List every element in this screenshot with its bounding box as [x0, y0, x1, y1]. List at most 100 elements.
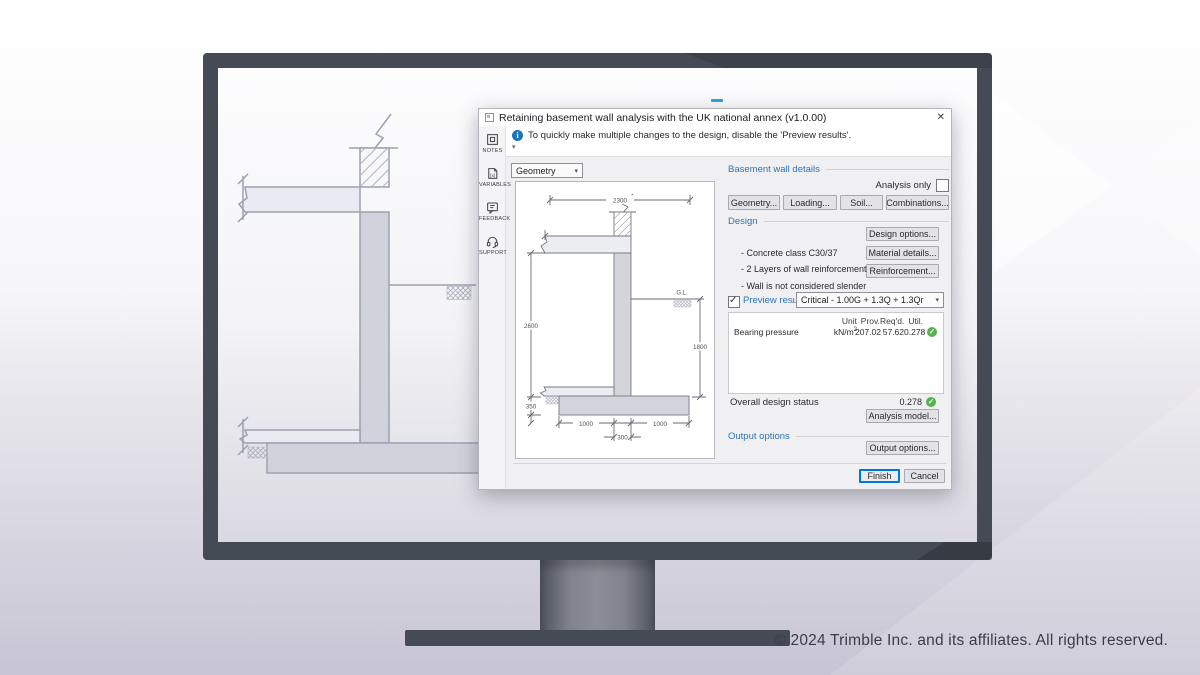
dialog-titlebar[interactable]: Retaining basement wall analysis with th…	[479, 109, 951, 126]
dim-label-wall-thickness: 300	[617, 435, 628, 442]
dialog-icon	[485, 113, 494, 122]
toolbar-item-label: NOTES	[479, 148, 506, 154]
chevron-down-icon: ▾	[574, 167, 578, 175]
basement-wall	[614, 253, 631, 397]
side-toolbar: NOTES [x] VARIABLES FEEDBAC	[479, 126, 506, 489]
monitor-stand-neck	[540, 560, 655, 630]
section-header-design: Design	[728, 216, 949, 227]
info-banner: i To quickly make multiple changes to th…	[506, 126, 951, 157]
dim-label-right: 1800	[693, 344, 708, 351]
svg-text:[x]: [x]	[490, 173, 495, 179]
result-utilization: 0.278	[904, 327, 923, 337]
cancel-button[interactable]: Cancel	[904, 469, 945, 483]
section-rule	[796, 436, 949, 437]
toolbar-item-variables[interactable]: [x] VARIABLES	[479, 166, 506, 200]
basement-slab	[541, 387, 615, 396]
analysis-only-label: Analysis only	[806, 180, 931, 191]
result-provided: 207.02	[855, 327, 880, 337]
ground-level-label: G.L.	[676, 291, 688, 297]
soil-hatch	[546, 396, 558, 404]
floor-slab	[541, 236, 631, 253]
section-rule	[826, 169, 949, 170]
pass-status-icon: ✓	[927, 327, 937, 337]
dim-label-toe: 1000	[653, 421, 668, 428]
connector-line	[788, 302, 796, 303]
footing	[267, 443, 482, 473]
design-options-button[interactable]: Design options...	[866, 227, 939, 241]
info-icon: i	[512, 130, 523, 141]
geometry-canvas: 2300 2600 1800 350 1000 1000 300 G.L.	[515, 181, 715, 459]
section-header-text: Design	[728, 216, 758, 227]
toolbar-item-notes[interactable]: NOTES	[479, 132, 506, 166]
view-selector-value: Geometry	[516, 166, 556, 176]
column-header-prov: Prov.	[855, 316, 880, 326]
geometry-diagram: 2300 2600 1800 350 1000 1000 300 G.L.	[516, 182, 714, 458]
section-rule	[764, 221, 949, 222]
results-table-header: Unit Prov. Req'd. Util.	[729, 316, 943, 327]
column-header-reqd: Req'd.	[880, 316, 904, 326]
design-note: - Wall is not considered slender	[741, 281, 866, 291]
toolbar-item-feedback[interactable]: FEEDBACK	[479, 200, 506, 234]
toolbar-item-label: VARIABLES	[479, 182, 506, 188]
combinations-button[interactable]: Combinations...	[886, 195, 949, 210]
chevron-down-icon: ▾	[935, 296, 939, 304]
result-required: 57.62	[880, 327, 904, 337]
pass-status-icon: ✓	[926, 397, 936, 407]
material-details-button[interactable]: Material details...	[866, 246, 939, 260]
results-table: Unit Prov. Req'd. Util. Bearing pressure…	[728, 312, 944, 394]
checkmark-icon: ✓	[729, 295, 737, 306]
soil-button[interactable]: Soil...	[840, 195, 883, 210]
loading-button[interactable]: Loading...	[783, 195, 837, 210]
toolbar-item-label: SUPPORT	[479, 250, 506, 256]
collapse-chevron-icon[interactable]: ▾	[512, 143, 516, 151]
column-header-unit: Unit	[819, 316, 857, 326]
retaining-wall-dialog: Retaining basement wall analysis with th…	[478, 108, 952, 490]
soil-hatch	[248, 447, 267, 458]
dim-label-footing-depth: 350	[526, 403, 537, 410]
view-selector-dropdown[interactable]: Geometry ▾	[511, 163, 583, 178]
combination-dropdown[interactable]: Critical - 1.00G + 1.3Q + 1.3Qr ▾	[796, 292, 944, 308]
hidden-window-accent	[711, 99, 723, 102]
basement-slab	[240, 430, 360, 443]
close-icon[interactable]: ✕	[937, 113, 945, 123]
combination-value: Critical - 1.00G + 1.3Q + 1.3Qr	[801, 295, 924, 305]
design-note: - Concrete class C30/37	[741, 248, 838, 258]
footing	[559, 396, 689, 415]
notes-icon	[485, 132, 500, 147]
finish-button[interactable]: Finish	[859, 469, 900, 483]
marketing-background: Retaining basement wall analysis with th…	[0, 0, 1200, 675]
overall-status-value: 0.278	[891, 397, 922, 407]
floor-slab	[239, 187, 360, 212]
analysis-model-button[interactable]: Analysis model...	[866, 409, 939, 423]
column-header-util: Util.	[904, 316, 923, 326]
geometry-button[interactable]: Geometry...	[728, 195, 780, 210]
section-header-details: Basement wall details	[728, 164, 949, 175]
dim-label-left: 2600	[524, 323, 539, 330]
variables-icon: [x]	[485, 166, 500, 181]
output-options-button[interactable]: Output options...	[866, 441, 939, 455]
dim-label-heel: 1000	[579, 421, 594, 428]
reinforcement-button[interactable]: Reinforcement...	[866, 264, 939, 278]
footer-divider	[513, 463, 946, 464]
copyright-text: © 2024 Trimble Inc. and its affiliates. …	[774, 632, 1168, 650]
section-header-text: Basement wall details	[728, 164, 820, 175]
dialog-title: Retaining basement wall analysis with th…	[499, 112, 826, 124]
result-name: Bearing pressure	[734, 327, 799, 337]
monitor-stand-base	[405, 630, 790, 646]
toolbar-item-label: FEEDBACK	[479, 216, 506, 222]
preview-results-checkbox[interactable]: ✓	[728, 296, 740, 308]
design-note: - 2 Layers of wall reinforcement	[741, 264, 867, 274]
toolbar-item-support[interactable]: SUPPORT	[479, 234, 506, 268]
dim-label-top: 2300	[613, 198, 628, 205]
ground-hatch	[447, 287, 471, 300]
table-row-bearing-pressure: Bearing pressure kN/m2 207.02 57.62 0.27…	[729, 327, 943, 338]
analysis-only-checkbox[interactable]	[936, 179, 949, 192]
result-unit: kN/m2	[819, 327, 857, 337]
support-icon	[485, 234, 500, 249]
ground-hatch	[674, 301, 691, 308]
basement-wall	[360, 212, 389, 443]
info-banner-text: To quickly make multiple changes to the …	[528, 130, 851, 141]
section-header-text: Output options	[728, 431, 790, 442]
dialog-content: Geometry ▾	[506, 156, 951, 489]
feedback-icon	[485, 200, 500, 215]
